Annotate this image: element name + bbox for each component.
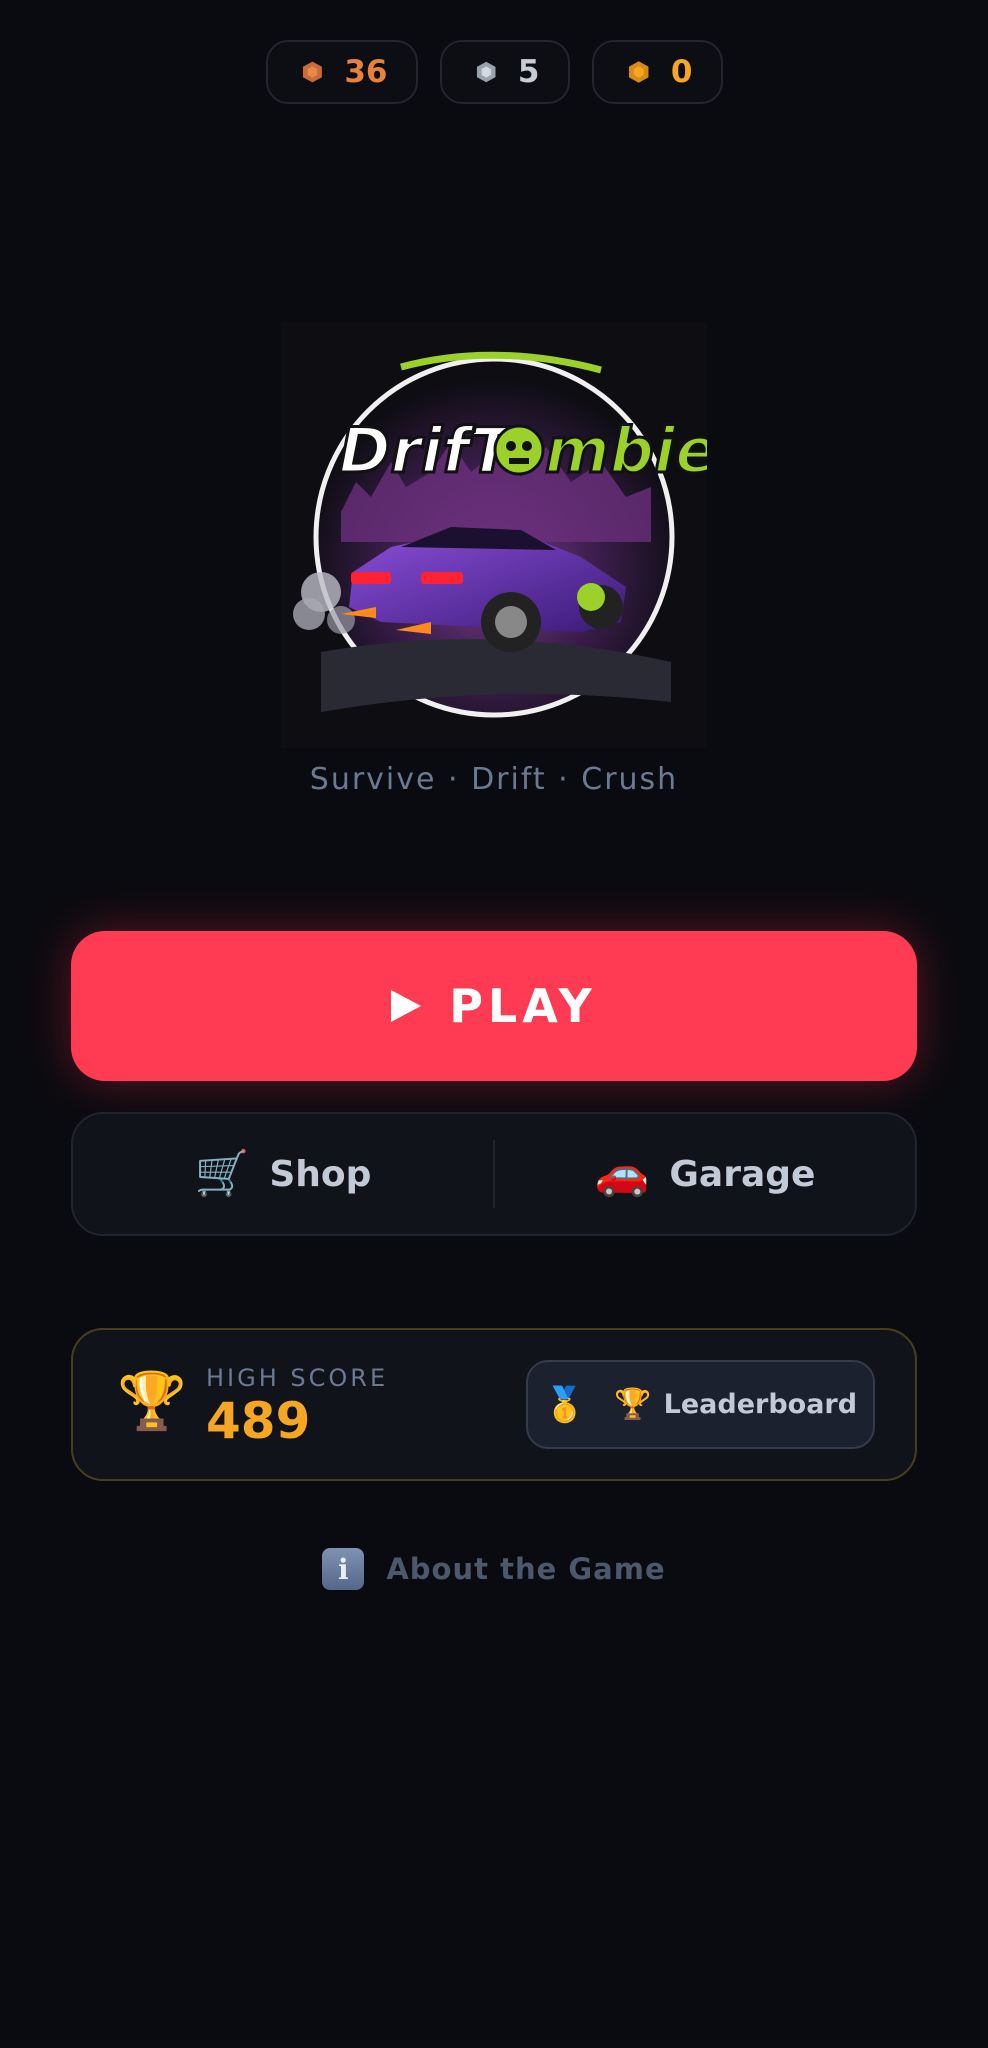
currency-bar: 36 5 0 bbox=[0, 40, 988, 104]
silver-currency: 5 bbox=[439, 40, 570, 104]
svg-text:mbie: mbie bbox=[545, 414, 707, 487]
leaderboard-label: Leaderboard bbox=[663, 1389, 858, 1420]
play-button[interactable]: PLAY bbox=[71, 931, 917, 1081]
shop-button[interactable]: 🛒 Shop bbox=[73, 1114, 493, 1234]
info-icon: i bbox=[322, 1548, 365, 1590]
medal-icon: 🥇 bbox=[543, 1384, 587, 1425]
game-logo: DrifT mbie bbox=[281, 322, 707, 748]
trophy-icon: 🏆 bbox=[117, 1369, 187, 1434]
garage-label: Garage bbox=[669, 1153, 816, 1195]
gold-gem-icon bbox=[628, 61, 648, 83]
gold-currency: 0 bbox=[591, 40, 723, 104]
shop-label: Shop bbox=[269, 1153, 372, 1195]
about-link[interactable]: i About the Game bbox=[0, 1548, 988, 1590]
leaderboard-button[interactable]: 🥇 🏆 Leaderboard bbox=[526, 1360, 875, 1449]
nav-row: 🛒 Shop 🚗 Garage bbox=[71, 1112, 917, 1236]
about-label: About the Game bbox=[386, 1552, 666, 1586]
garage-button[interactable]: 🚗 Garage bbox=[495, 1114, 915, 1234]
high-score-value: 489 bbox=[206, 1392, 311, 1450]
high-score-label: HIGH SCORE bbox=[206, 1364, 389, 1392]
bronze-currency: 36 bbox=[265, 40, 418, 104]
svg-text:DrifT: DrifT bbox=[339, 414, 516, 487]
silver-value: 5 bbox=[517, 54, 540, 90]
bronze-value: 36 bbox=[344, 54, 388, 90]
gold-value: 0 bbox=[670, 54, 693, 90]
play-icon bbox=[391, 990, 422, 1022]
main-menu: 36 5 0 DrifT mbie Survive · Drift · Crus… bbox=[0, 0, 988, 2048]
logo-artwork: DrifT mbie bbox=[293, 351, 707, 718]
cart-icon: 🛒 bbox=[194, 1148, 250, 1199]
silver-gem-icon bbox=[476, 61, 495, 83]
play-label: PLAY bbox=[449, 979, 597, 1033]
leaderboard-trophy-icon: 🏆 bbox=[614, 1387, 652, 1422]
tagline: Survive · Drift · Crush bbox=[309, 762, 679, 797]
bronze-gem-icon bbox=[302, 61, 322, 83]
car-icon: 🚗 bbox=[594, 1148, 650, 1199]
high-score-card: 🏆 HIGH SCORE 489 🥇 🏆 Leaderboard bbox=[71, 1328, 917, 1481]
